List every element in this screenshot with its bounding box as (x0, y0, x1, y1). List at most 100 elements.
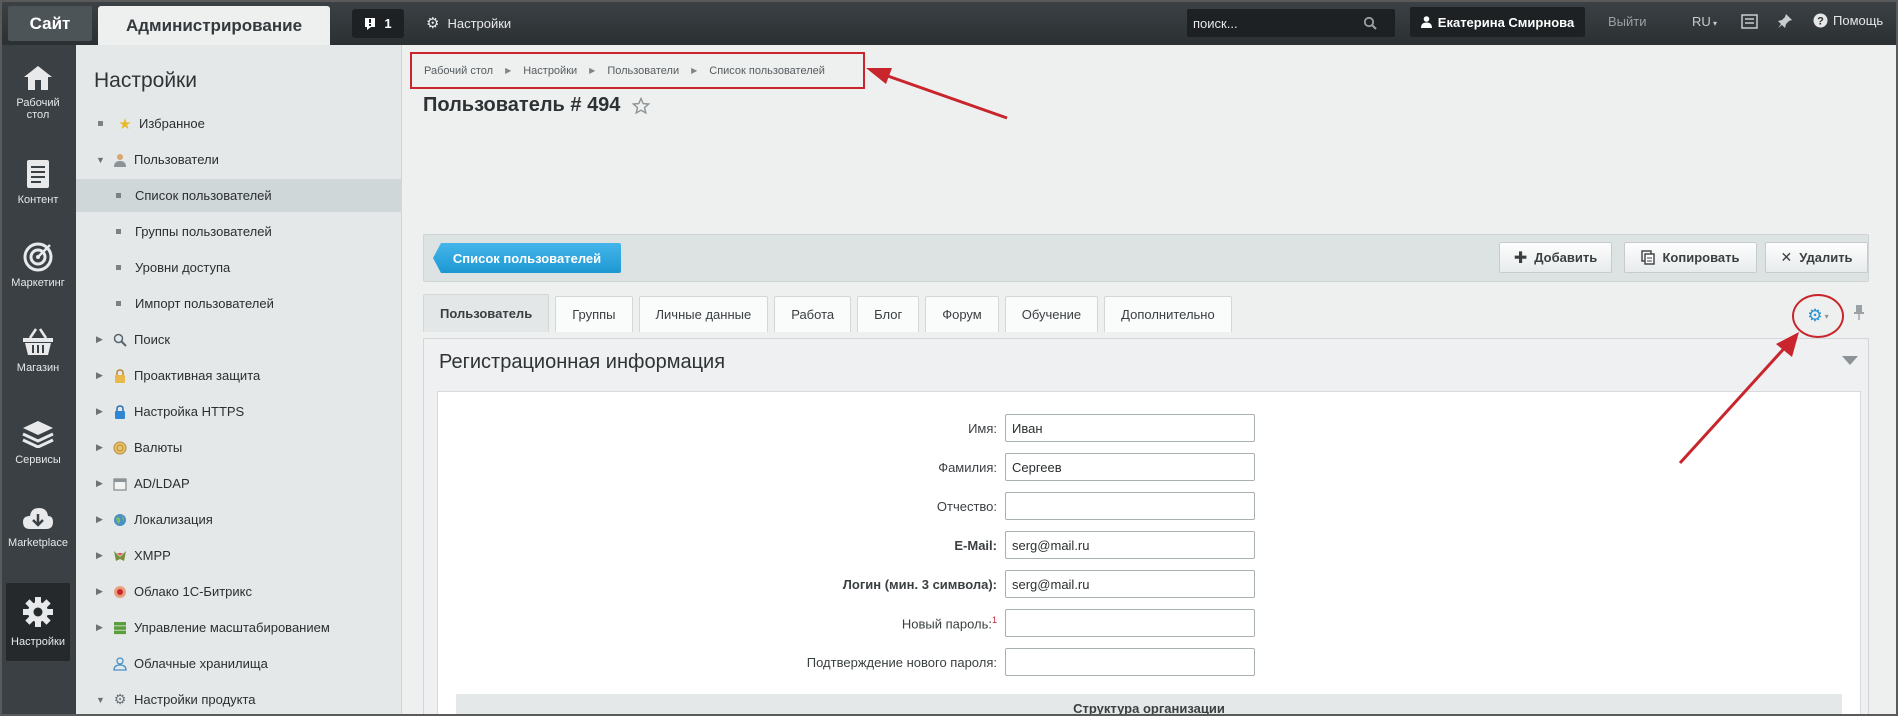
iconbar-item-desktop[interactable]: Рабочий стол (6, 65, 70, 121)
document-icon (27, 160, 49, 188)
tab-user[interactable]: Пользователь (423, 294, 550, 332)
left-icon-bar: Рабочий стол Контент Маркетинг Магазин С… (2, 45, 76, 714)
iconbar-item-marketing[interactable]: Маркетинг (6, 242, 70, 289)
bullet-icon (116, 193, 121, 198)
menu-item-https[interactable]: ▶ Настройка HTTPS (76, 395, 402, 428)
menu-item-favorites[interactable]: ★ Избранное (76, 107, 402, 140)
breadcrumb-item-settings[interactable]: Настройки (523, 65, 577, 77)
first-name-label: Имя: (968, 420, 997, 436)
tab-additional[interactable]: Дополнительно (1104, 296, 1232, 332)
menu-item-ldap[interactable]: ▶ AD/LDAP (76, 467, 402, 500)
site-button[interactable]: Сайт (8, 6, 92, 41)
user-button[interactable]: Екатерина Смирнова (1410, 7, 1585, 37)
tab-groups[interactable]: Группы (555, 296, 633, 332)
logout-link[interactable]: Выйти (1608, 14, 1647, 29)
menu-item-search[interactable]: ▶ Поиск (76, 323, 402, 356)
top-settings-link[interactable]: ⚙ Настройки (426, 12, 511, 34)
delete-button[interactable]: ✕ Удалить (1765, 242, 1868, 273)
menu-item-product-settings[interactable]: ▼ ⚙ Настройки продукта (76, 683, 402, 714)
menu-item-users[interactable]: ▼ Пользователи (76, 143, 402, 176)
pin-icon[interactable] (1854, 304, 1864, 324)
iconbar-item-services[interactable]: Сервисы (6, 420, 70, 466)
search-input[interactable] (1193, 15, 1363, 31)
help-link[interactable]: ? Помощь (1813, 13, 1883, 28)
add-button[interactable]: ✚ Добавить (1499, 242, 1612, 273)
top-settings-label: Настройки (447, 15, 512, 31)
iconbar-item-shop[interactable]: Магазин (6, 328, 70, 374)
page-title-row: Пользователь # 494 (423, 94, 651, 117)
bullet-icon (98, 121, 103, 126)
pin-panel-icon[interactable] (1777, 13, 1793, 34)
menu-item-cloud-storage[interactable]: ▶ Облачные хранилища (76, 647, 402, 680)
iconbar-label-content: Контент (17, 194, 59, 206)
menu-item-proactive-protection[interactable]: ▶ Проактивная защита (76, 359, 402, 392)
language-switch[interactable]: RU ▾ (1692, 14, 1717, 29)
menu-item-label: Валюты (134, 440, 183, 455)
gear-icon: ⚙ (113, 691, 127, 707)
star-outline-icon[interactable] (632, 96, 651, 115)
search-icon (112, 332, 128, 348)
secure-lock-icon (112, 404, 128, 420)
page-title: Пользователь # 494 (423, 94, 621, 116)
breadcrumb-item-desktop[interactable]: Рабочий стол (424, 65, 493, 77)
email-label: E-Mail: (954, 537, 997, 553)
menu-item-user-list[interactable]: Список пользователей (76, 179, 402, 212)
cloud-download-icon (23, 508, 53, 529)
breadcrumb-item-user-list[interactable]: Список пользователей (709, 65, 825, 77)
search-box (1187, 9, 1395, 37)
bullet-icon (116, 229, 121, 234)
iconbar-item-content[interactable]: Контент (6, 159, 70, 206)
iconbar-label-settings: Настройки (11, 636, 65, 648)
tab-forum[interactable]: Форум (925, 296, 999, 332)
form-row-login: Логин (мин. 3 символа): (437, 570, 1267, 598)
email-field[interactable] (1005, 531, 1255, 559)
lock-icon (112, 368, 128, 384)
notifications-button[interactable]: 1 (352, 9, 404, 38)
menu-item-bitrix-cloud[interactable]: ▶ Облако 1С-Битрикс (76, 575, 402, 608)
menu-item-label: Импорт пользователей (135, 296, 274, 311)
middle-name-field[interactable] (1005, 492, 1255, 520)
user-icon (112, 152, 128, 168)
menu-item-access-levels[interactable]: Уровни доступа (76, 251, 402, 284)
menu-item-xmpp[interactable]: ▶ XMPP (76, 539, 402, 572)
copy-button[interactable]: Копировать (1624, 242, 1757, 273)
menu-item-scaling[interactable]: ▶ Управление масштабированием (76, 611, 402, 644)
breadcrumb-item-users[interactable]: Пользователи (607, 65, 679, 77)
form-row-confirm-password: Подтверждение нового пароля: (437, 648, 1267, 676)
hotkeys-icon[interactable] (1741, 14, 1758, 34)
annotation-arrowhead-breadcrumb (866, 68, 892, 84)
bullet-icon (116, 265, 121, 270)
structure-section-header[interactable]: Структура организации (456, 694, 1842, 714)
menu-item-currencies[interactable]: ▶ Валюты (76, 431, 402, 464)
user-list-button[interactable]: Список пользователей (433, 243, 621, 273)
iconbar-item-settings[interactable]: Настройки (6, 583, 70, 661)
add-button-label: Добавить (1534, 250, 1598, 265)
tab-learning[interactable]: Обучение (1004, 296, 1099, 332)
screen: Сайт Администрирование 1 ⚙ Настройки Ека… (0, 0, 1898, 716)
tab-work[interactable]: Работа (774, 296, 852, 332)
arrow-right-icon: ▶ (96, 406, 103, 416)
gear-icon: ⚙ (1807, 306, 1823, 325)
tab-personal-data[interactable]: Личные данные (638, 296, 769, 332)
globe-icon (112, 512, 128, 528)
directory-icon (112, 476, 128, 492)
menu-item-user-import[interactable]: Импорт пользователей (76, 287, 402, 320)
admin-tab[interactable]: Администрирование (98, 6, 330, 45)
iconbar-item-marketplace[interactable]: Marketplace (6, 505, 70, 549)
form-settings-button[interactable]: ⚙ ▾ (1792, 294, 1844, 338)
login-field[interactable] (1005, 570, 1255, 598)
arrow-right-icon: ▶ (96, 478, 103, 488)
collapse-icon[interactable] (1842, 356, 1858, 365)
confirm-password-field[interactable] (1005, 648, 1255, 676)
arrow-right-icon: ▶ (96, 550, 103, 560)
tab-blog[interactable]: Блог (857, 296, 920, 332)
arrow-right-icon: ▶ (96, 586, 103, 596)
menu-item-localization[interactable]: ▶ Локализация (76, 503, 402, 536)
bullet-icon (116, 301, 121, 306)
search-icon[interactable] (1363, 16, 1377, 30)
menu-item-user-groups[interactable]: Группы пользователей (76, 215, 402, 248)
new-password-field[interactable] (1005, 609, 1255, 637)
gear-icon (23, 597, 53, 627)
first-name-field[interactable] (1005, 414, 1255, 442)
last-name-field[interactable] (1005, 453, 1255, 481)
